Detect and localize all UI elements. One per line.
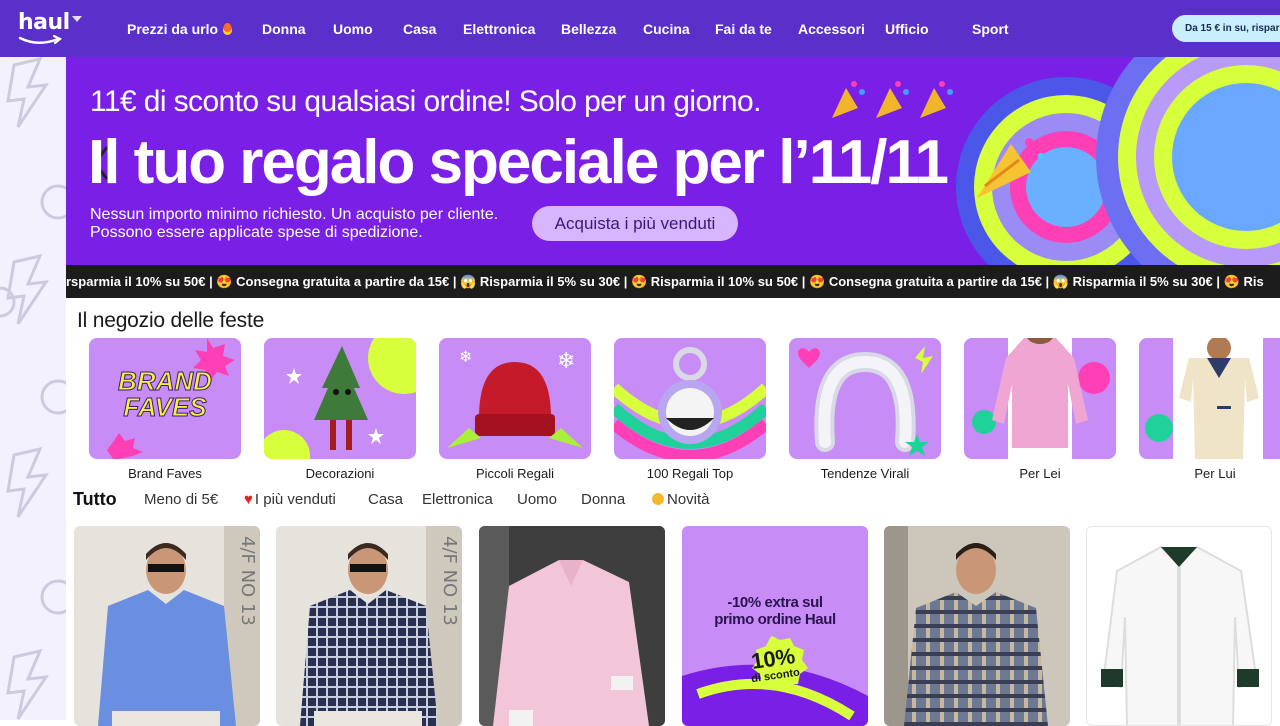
tab-casa[interactable]: Casa (368, 491, 422, 508)
category-card-tendenze-virali[interactable]: Tendenze Virali (789, 338, 941, 481)
category-image: ❄ ❄ (439, 338, 591, 459)
filter-tabs: Tutto Meno di 5€ ♥ I più venduti Casa Ele… (73, 486, 722, 512)
tab-novita[interactable]: Novità (652, 491, 722, 508)
nav-link-ufficio[interactable]: Ufficio (885, 21, 972, 37)
nav-link-label: Prezzi da urlo (127, 20, 219, 37)
banner-fine-print-line: Nessun importo minimo richiesto. Un acqu… (90, 206, 499, 223)
nav-link-casa[interactable]: Casa (403, 21, 463, 37)
category-label: Per Lui (1194, 466, 1236, 481)
promo-pill[interactable]: Da 15 € in su, rispar (1172, 15, 1280, 42)
art-text-line: FAVES (123, 392, 207, 422)
nav-link-prezzi-da-urlo[interactable]: Prezzi da urlo (127, 21, 262, 37)
category-label: Tendenze Virali (820, 466, 910, 481)
tab-label: I più venduti (254, 490, 336, 508)
fire-icon (223, 22, 233, 35)
product-image (479, 526, 665, 726)
polo-shirt-icon (1145, 338, 1263, 459)
holiday-category-row: BRAND FAVES Brand Faves Decorazioni ❄ ❄ … (89, 338, 1280, 484)
nav-link-bellezza[interactable]: Bellezza (561, 21, 643, 37)
heart-icon: ♥ (244, 490, 253, 508)
party-face-icon (652, 492, 664, 505)
product-image: 4/F NO 13 (300, 526, 462, 726)
nav-link-sport[interactable]: Sport (972, 21, 1022, 37)
tab-elettronica[interactable]: Elettronica (422, 491, 517, 508)
promo-graphic (682, 636, 868, 726)
brand-faves-art-text: BRAND FAVES (89, 366, 241, 422)
promo-card[interactable]: -10% extra sul primo ordine Haul 10% di … (682, 526, 868, 726)
product-image (884, 526, 1070, 726)
bolt-pattern-icon (0, 57, 66, 720)
nav-link-elettronica[interactable]: Elettronica (463, 21, 561, 37)
pink-sweater-icon (972, 338, 1110, 459)
product-card[interactable]: 4/F NO 13 (276, 526, 462, 726)
svg-text:❄: ❄ (459, 347, 472, 366)
tab-uomo[interactable]: Uomo (517, 491, 581, 508)
category-image (264, 338, 416, 459)
category-card-per-lei[interactable]: Per Lei (964, 338, 1116, 481)
category-image (964, 338, 1116, 459)
product-image: 4/F NO 13 (98, 526, 260, 726)
sign-text: 4/F NO 13 (439, 536, 460, 626)
product-grid: 4/F NO 13 4/F NO 13 -10% extra sul primo… (74, 526, 1280, 726)
hero-banner[interactable]: 11€ di sconto su qualsiasi ordine! Solo … (66, 57, 1280, 265)
product-card[interactable] (1086, 526, 1272, 726)
category-label: Piccoli Regali (475, 466, 555, 481)
sign-text: 4/F NO 13 (237, 536, 258, 626)
category-image: BRAND FAVES (89, 338, 241, 459)
category-nav: Prezzi da urlo Donna Uomo Casa Elettroni… (127, 0, 1022, 57)
section-title: Il negozio delle feste (77, 309, 265, 332)
tab-piu-venduti[interactable]: ♥ I più venduti (244, 491, 368, 508)
airtag-keychain-icon (614, 347, 766, 459)
category-label: Decorazioni (305, 466, 375, 481)
chevron-down-icon[interactable] (72, 16, 82, 22)
category-card-100-regali-top[interactable]: 100 Regali Top (614, 338, 766, 481)
tab-meno-di-5[interactable]: Meno di 5€ (144, 491, 244, 508)
category-image (614, 338, 766, 459)
category-label: Brand Faves (128, 466, 202, 481)
shop-bestsellers-button[interactable]: Acquista i più venduti (532, 206, 738, 241)
christmas-tree-plush-icon (264, 338, 416, 459)
category-label: 100 Regali Top (646, 466, 734, 481)
product-card[interactable] (479, 526, 665, 726)
nav-link-cucina[interactable]: Cucina (643, 21, 715, 37)
category-card-per-lui[interactable]: Per Lui (1139, 338, 1280, 481)
smile-icon (18, 35, 63, 45)
beanie-hat-icon: ❄ ❄ (447, 347, 583, 448)
nav-link-fai-da-te[interactable]: Fai da te (715, 21, 798, 37)
tab-donna[interactable]: Donna (581, 491, 652, 508)
banner-subtitle: 11€ di sconto su qualsiasi ordine! Solo … (90, 85, 761, 118)
logo-text: haul (18, 10, 70, 35)
product-card[interactable]: 4/F NO 13 (74, 526, 260, 726)
product-card[interactable] (884, 526, 1070, 726)
product-image (1101, 545, 1259, 725)
promo-ticker: rsparmia il 10% su 50€ | 😍 Consegna grat… (66, 265, 1280, 298)
headband-icon (798, 346, 933, 456)
tab-tutto[interactable]: Tutto (73, 489, 144, 510)
banner-title: Il tuo regalo speciale per l’11/11 (88, 128, 949, 197)
banner-fine-print-line: Possono essere applicate spese di spediz… (90, 224, 423, 241)
banner-fine-print: Nessun importo minimo richiesto. Un acqu… (90, 206, 540, 242)
category-image (1139, 338, 1280, 459)
nav-link-accessori[interactable]: Accessori (798, 21, 885, 37)
category-image (789, 338, 941, 459)
nav-link-uomo[interactable]: Uomo (333, 21, 403, 37)
svg-text:❄: ❄ (557, 349, 575, 374)
category-card-piccoli-regali[interactable]: ❄ ❄ Piccoli Regali (439, 338, 591, 481)
party-popper-icons (832, 81, 953, 118)
art-text-line: BRAND (118, 366, 213, 396)
decorative-side-strip (0, 57, 66, 720)
top-navigation-bar: haul Prezzi da urlo Donna Uomo Casa Elet… (0, 0, 1280, 57)
category-label: Per Lei (1019, 466, 1061, 481)
tab-label: Novità (667, 490, 710, 508)
party-horn-icon (977, 138, 1044, 198)
nav-link-donna[interactable]: Donna (262, 21, 333, 37)
category-card-decorazioni[interactable]: Decorazioni (264, 338, 416, 481)
haul-logo[interactable]: haul (18, 10, 82, 50)
category-card-brand-faves[interactable]: BRAND FAVES Brand Faves (89, 338, 241, 481)
